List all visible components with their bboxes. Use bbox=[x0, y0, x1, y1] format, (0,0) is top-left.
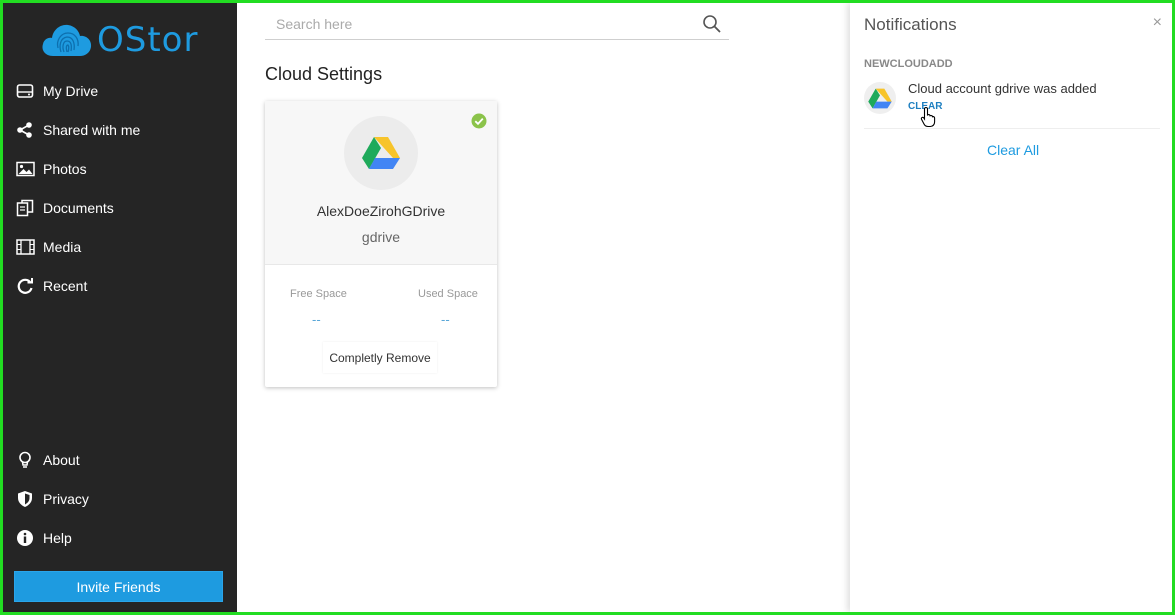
close-icon[interactable]: × bbox=[1153, 15, 1162, 31]
google-drive-icon bbox=[362, 137, 400, 169]
sidebar-item-about[interactable]: About bbox=[15, 445, 225, 475]
sidebar-item-label: Photos bbox=[43, 161, 87, 177]
sidebar-item-label: My Drive bbox=[43, 83, 99, 99]
media-icon bbox=[15, 237, 35, 257]
drive-icon bbox=[15, 81, 35, 101]
hand-cursor-icon bbox=[920, 106, 936, 128]
search-input[interactable] bbox=[265, 15, 701, 32]
recent-icon bbox=[15, 276, 35, 296]
notifications-panel: Notifications × NEWCLOUDADD Cloud accoun… bbox=[850, 3, 1172, 612]
clear-all-button[interactable]: Clear All bbox=[987, 142, 1039, 158]
sidebar-item-label: Privacy bbox=[43, 491, 89, 507]
notification-item: Cloud account gdrive was added CLEAR bbox=[864, 79, 1160, 129]
sidebar-item-recent[interactable]: Recent bbox=[15, 271, 225, 301]
sidebar-item-documents[interactable]: Documents bbox=[15, 193, 225, 223]
used-space-label: Used Space bbox=[418, 288, 478, 300]
sidebar-item-help[interactable]: Help bbox=[15, 523, 225, 553]
sidebar-item-photos[interactable]: Photos bbox=[15, 154, 225, 184]
sidebar-item-label: Shared with me bbox=[43, 122, 141, 138]
bulb-icon bbox=[15, 450, 35, 470]
search-icon[interactable] bbox=[701, 13, 723, 35]
account-name: AlexDoeZirohGDrive bbox=[316, 203, 446, 219]
sidebar-item-label: Help bbox=[43, 530, 72, 546]
free-space-label: Free Space bbox=[290, 288, 347, 300]
sidebar-item-label: Recent bbox=[43, 278, 88, 294]
notification-group-label: NEWCLOUDADD bbox=[864, 58, 953, 70]
used-space-value: -- bbox=[441, 312, 450, 327]
logo-text: OStor bbox=[97, 20, 199, 60]
shield-icon bbox=[15, 489, 35, 509]
sidebar-item-privacy[interactable]: Privacy bbox=[15, 484, 225, 514]
sidebar-item-label: About bbox=[43, 452, 80, 468]
invite-friends-button[interactable]: Invite Friends bbox=[14, 571, 223, 602]
avatar bbox=[864, 82, 896, 114]
notification-message: Cloud account gdrive was added bbox=[908, 81, 1097, 96]
notifications-title: Notifications bbox=[864, 15, 957, 34]
cloud-fingerprint-icon bbox=[42, 24, 92, 56]
sidebar-item-shared[interactable]: Shared with me bbox=[15, 115, 225, 145]
sidebar-item-label: Documents bbox=[43, 200, 114, 216]
google-drive-icon bbox=[868, 88, 892, 108]
sidebar-item-my-drive[interactable]: My Drive bbox=[15, 76, 225, 106]
check-circle-icon bbox=[471, 113, 487, 129]
avatar bbox=[344, 116, 418, 190]
documents-icon bbox=[15, 198, 35, 218]
free-space-value: -- bbox=[312, 312, 321, 327]
info-icon bbox=[15, 528, 35, 548]
photos-icon bbox=[15, 159, 35, 179]
share-icon bbox=[15, 120, 35, 140]
card-header: AlexDoeZirohGDrive gdrive bbox=[265, 101, 497, 265]
cloud-account-card: AlexDoeZirohGDrive gdrive Free Space -- … bbox=[265, 101, 497, 387]
account-type: gdrive bbox=[361, 229, 401, 245]
page-title: Cloud Settings bbox=[265, 64, 383, 84]
search-bar bbox=[265, 8, 729, 40]
logo[interactable]: OStor bbox=[41, 19, 198, 61]
sidebar: OStor My Drive Shared with me Photos Doc… bbox=[3, 3, 237, 612]
sidebar-item-media[interactable]: Media bbox=[15, 232, 225, 262]
completely-remove-button[interactable]: Completly Remove bbox=[323, 342, 437, 373]
sidebar-item-label: Media bbox=[43, 239, 82, 255]
